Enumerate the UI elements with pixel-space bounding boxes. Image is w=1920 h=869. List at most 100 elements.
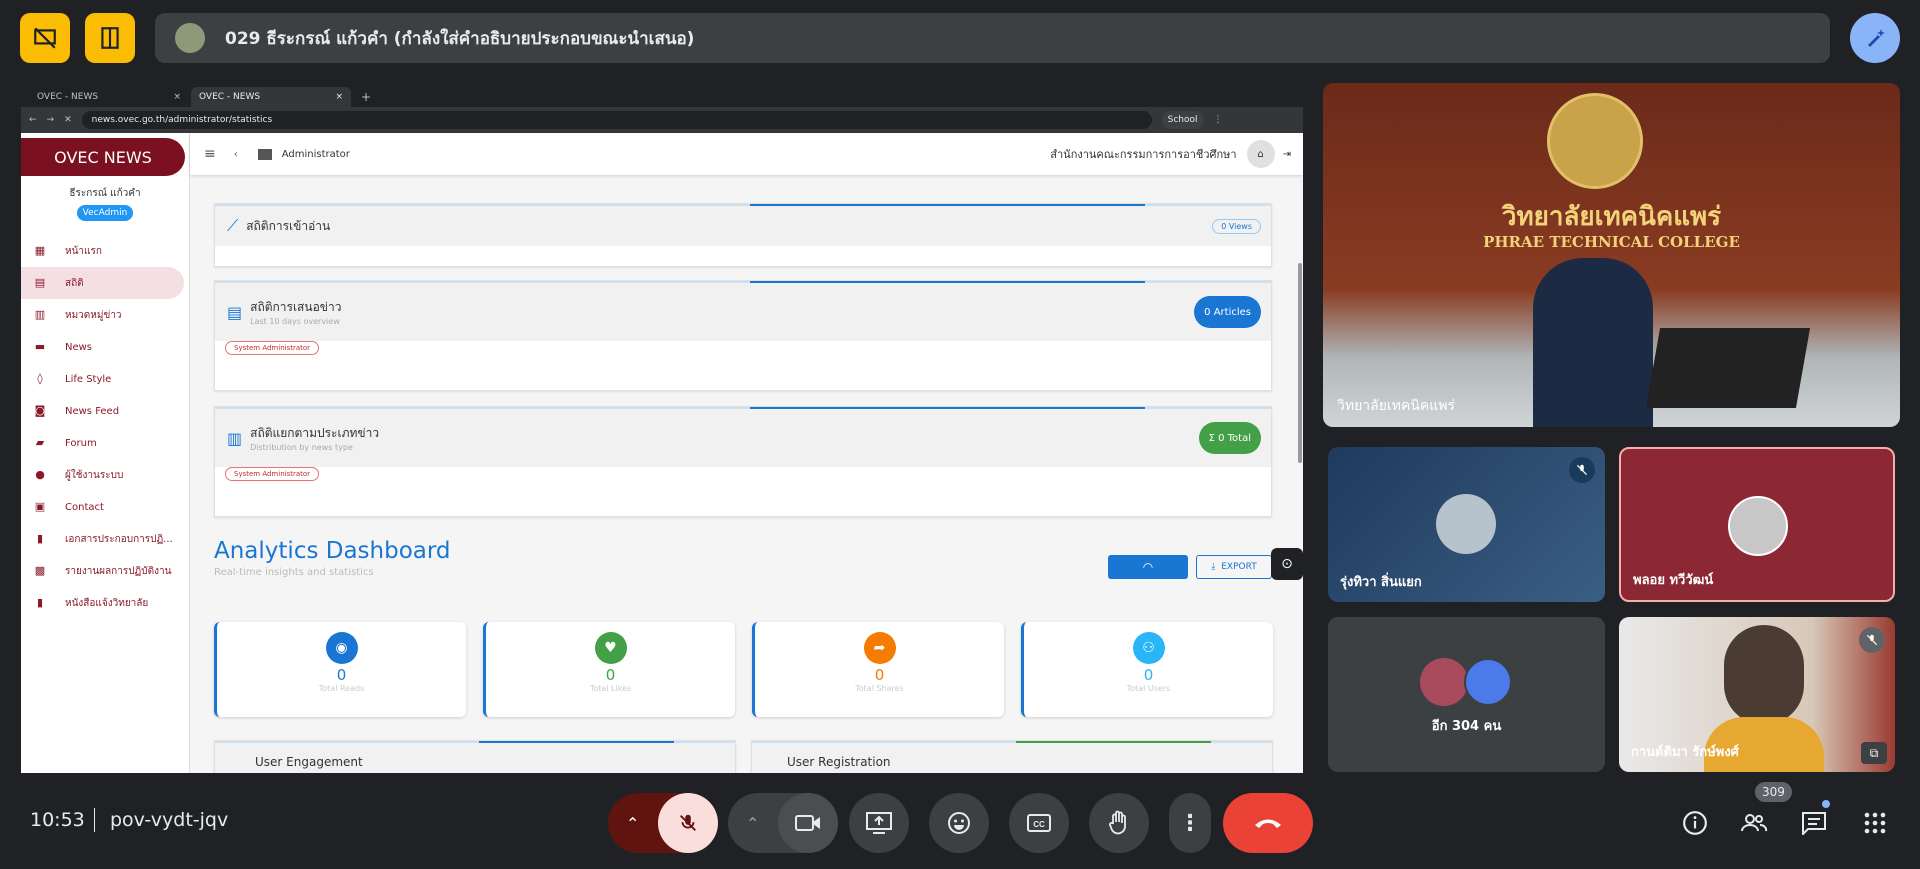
sidebar-item[interactable]: ▥ หมวดหมู่ข่าว bbox=[21, 299, 184, 331]
presentation-icon[interactable] bbox=[20, 13, 70, 63]
reactions-button[interactable] bbox=[929, 793, 989, 853]
close-icon[interactable]: × bbox=[335, 92, 343, 102]
captions-button[interactable]: CC bbox=[1009, 793, 1069, 853]
users-icon: ● bbox=[35, 468, 45, 481]
browser-tabstrip: OVEC - NEWS × OVEC - NEWS × + bbox=[21, 83, 1303, 107]
close-icon[interactable]: × bbox=[173, 92, 181, 102]
home-icon[interactable]: ⌂ bbox=[1246, 140, 1275, 168]
ai-assist-button[interactable] bbox=[1850, 13, 1900, 63]
sidebar-item[interactable]: ▮ หนังสือแจ้งวิทยาลัย bbox=[21, 587, 184, 619]
code-view-icon[interactable]: ⊙ bbox=[1271, 548, 1303, 580]
site-brand[interactable]: OVEC NEWS bbox=[21, 138, 185, 176]
card-title: สถิติการเข้าอ่าน bbox=[246, 218, 331, 233]
participant-tile-speaking[interactable]: พลอย ทวีวัฒน์ bbox=[1619, 447, 1895, 602]
articles-badge: 0 Articles bbox=[1194, 296, 1261, 328]
download-icon: ⤓ bbox=[1211, 562, 1216, 572]
document-icon: ▮ bbox=[36, 532, 44, 545]
mic-off-button[interactable] bbox=[658, 793, 718, 853]
sidebar-item[interactable]: ▰ Forum bbox=[21, 427, 184, 459]
sidebar-item-label: สถิติ bbox=[65, 277, 84, 289]
spinner-icon: ◠ bbox=[1142, 560, 1154, 574]
info-icon bbox=[1683, 811, 1707, 835]
menu-icon[interactable]: ⋮ bbox=[1214, 115, 1223, 125]
browser-tab[interactable]: OVEC - NEWS × bbox=[29, 87, 189, 107]
card-title: สถิติแยกตามประเภทข่าว bbox=[250, 426, 380, 440]
hang-up-icon bbox=[1255, 819, 1281, 828]
people-button[interactable] bbox=[1734, 803, 1774, 843]
college-seal-icon bbox=[1547, 93, 1643, 189]
raise-hand-button[interactable] bbox=[1089, 793, 1149, 853]
user-name: ธีระกรณ์ แก้วคำ bbox=[69, 188, 141, 199]
participant-tile[interactable]: รุ่งทิวา สิ่นแยก bbox=[1328, 447, 1605, 602]
new-tab-icon[interactable]: + bbox=[361, 90, 371, 104]
sidebar-item[interactable]: ◙ News Feed bbox=[21, 395, 184, 427]
registration-card: User Registration bbox=[751, 740, 1273, 773]
forward-icon[interactable]: → bbox=[47, 115, 55, 125]
chevron-left-icon[interactable]: ‹ bbox=[234, 149, 238, 160]
analytics-title: Analytics Dashboard bbox=[214, 538, 451, 564]
chat-button[interactable] bbox=[1794, 803, 1834, 843]
stat-value: 0 bbox=[605, 666, 616, 684]
lifestyle-icon: ◊ bbox=[37, 372, 43, 385]
refresh-button[interactable]: ◠ bbox=[1108, 555, 1188, 579]
layout-icon[interactable] bbox=[85, 13, 135, 63]
end-call-button[interactable] bbox=[1223, 793, 1313, 853]
others-tile[interactable]: อีก 304 คน bbox=[1328, 617, 1605, 772]
hamburger-icon[interactable]: ≡ bbox=[204, 146, 216, 162]
more-options-button[interactable]: ⋮ bbox=[1169, 793, 1211, 853]
browser-tab-active[interactable]: OVEC - NEWS × bbox=[191, 87, 351, 107]
meeting-time: 10:53 bbox=[30, 809, 85, 831]
present-button[interactable] bbox=[849, 793, 909, 853]
mic-off-icon bbox=[1569, 457, 1595, 483]
site-nav: ▦ หน้าแรก ▤ สถิติ ▥ หมวดหมู่ข่าว ▬ News ◊ Life St… bbox=[21, 235, 189, 619]
sidebar-item[interactable]: ▮ เอกสารประกอบการปฏิ... bbox=[21, 523, 184, 555]
list-icon: ▤ bbox=[227, 302, 243, 322]
scrollbar[interactable] bbox=[1298, 263, 1302, 463]
card-title: User Registration bbox=[787, 755, 891, 769]
article-stats-card: ▤ สถิติการเสนอข่าว Last 10 days overview … bbox=[214, 280, 1272, 391]
eye-icon: ◉ bbox=[325, 632, 358, 664]
type-stats-card: ▥ สถิติแยกตามประเภทข่าว Distribution by n… bbox=[214, 406, 1272, 517]
back-icon[interactable]: ← bbox=[29, 115, 37, 125]
chevron-up-icon[interactable]: ⌃ bbox=[746, 814, 759, 833]
share-icon: ➦ bbox=[863, 632, 896, 664]
system-admin-tag: System Administrator bbox=[225, 341, 320, 355]
people-count-badge: 309 bbox=[1755, 782, 1792, 802]
card-title: User Engagement bbox=[255, 755, 363, 769]
participant-tile[interactable]: ⧉ กานต์ติมา รักษ์พงศ์ bbox=[1619, 617, 1895, 772]
banner-english: PHRAE TECHNICAL COLLEGE bbox=[1483, 233, 1740, 251]
banner-thai: วิทยาลัยเทคนิคแพร่ bbox=[1501, 202, 1722, 232]
present-icon bbox=[866, 812, 892, 834]
chat-icon bbox=[1802, 812, 1826, 835]
logout-icon[interactable]: ⇥ bbox=[1283, 149, 1291, 160]
sidebar-item[interactable]: ▦ หน้าแรก bbox=[21, 235, 184, 267]
sidebar-item[interactable]: ● ผู้ใช้งานระบบ bbox=[21, 459, 184, 491]
laptop-shape bbox=[1645, 328, 1811, 408]
stop-icon[interactable]: ✕ bbox=[64, 115, 72, 125]
chevron-up-icon[interactable]: ⌃ bbox=[626, 814, 639, 833]
activities-button[interactable] bbox=[1855, 803, 1895, 843]
pip-icon[interactable]: ⧉ bbox=[1861, 742, 1887, 764]
address-bar[interactable]: news.ovec.go.th/administrator/statistics bbox=[81, 111, 1152, 129]
sidebar-item[interactable]: ▤ สถิติ bbox=[21, 267, 184, 299]
site-topbar: ≡ ‹ Administrator สำนักงานคณะกรรมการการอ… bbox=[190, 133, 1303, 175]
news-icon: ▬ bbox=[34, 340, 46, 353]
presenter-label: 029 ธีระกรณ์ แก้วคำ (กำลังใส่คำอธิบายประ… bbox=[225, 28, 695, 49]
sidebar-item[interactable]: ◊ Life Style bbox=[21, 363, 184, 395]
hide-presentation-icon bbox=[34, 27, 56, 49]
sidebar-item[interactable]: ▣ Contact bbox=[21, 491, 184, 523]
others-count: อีก 304 คน bbox=[1431, 719, 1502, 734]
camera-button[interactable] bbox=[778, 793, 838, 853]
folder-icon bbox=[257, 148, 272, 160]
forum-icon: ▰ bbox=[35, 436, 45, 449]
export-button[interactable]: ⤓ EXPORT bbox=[1196, 555, 1272, 579]
unread-dot bbox=[1822, 800, 1830, 808]
mic-off-icon bbox=[1859, 627, 1885, 653]
sidebar-item[interactable]: ▩ รายงานผลการปฏิบัติงาน bbox=[21, 555, 184, 587]
shared-screen: OVEC - NEWS × OVEC - NEWS × + ← → ✕ news.o… bbox=[21, 83, 1303, 773]
sidebar-item[interactable]: ▬ News bbox=[21, 331, 184, 363]
speaker-tile[interactable]: วิทยาลัยเทคนิคแพร่ PHRAE TECHNICAL COLLE… bbox=[1323, 83, 1900, 427]
meeting-info-button[interactable] bbox=[1675, 803, 1715, 843]
profile-button[interactable]: School bbox=[1161, 111, 1204, 129]
grid-icon: ▦ bbox=[34, 244, 46, 257]
